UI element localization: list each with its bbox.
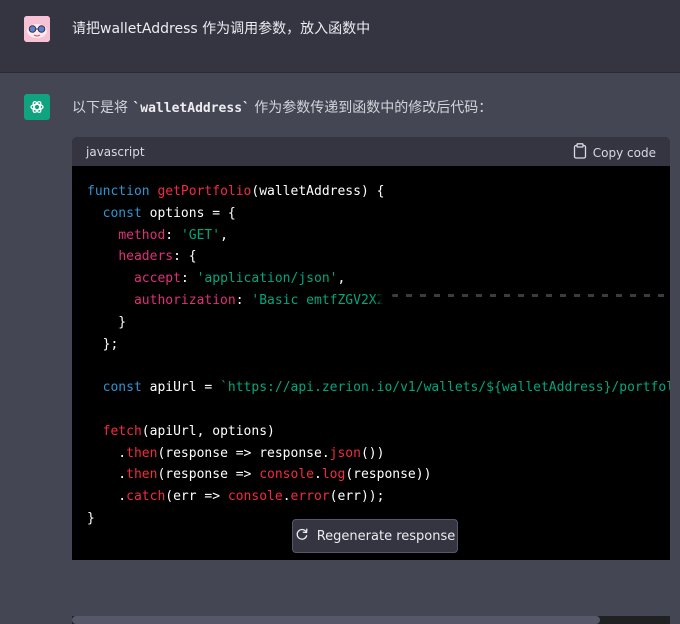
- code-token: (response)): [345, 467, 432, 483]
- code-token: : {: [173, 249, 197, 265]
- code-token: }: [87, 510, 95, 526]
- intro-text-after: 作为参数传递到函数中的修改后代码：: [249, 100, 493, 116]
- code-token: :: [235, 292, 252, 308]
- code-line: headers: {: [87, 246, 670, 268]
- code-token: (response =>: [157, 467, 260, 483]
- code-scrollbar-thumb[interactable]: [72, 616, 600, 624]
- code-token: ,: [337, 271, 346, 287]
- code-block: javascript Copy code function getPortfol…: [72, 137, 670, 560]
- code-token: log: [321, 467, 346, 483]
- copy-code-label: Copy code: [592, 145, 656, 160]
- clipboard-icon: [573, 143, 587, 162]
- code-token: then: [126, 467, 158, 483]
- code-language-label: javascript: [86, 145, 145, 159]
- code-line: .then(response => response.json()): [87, 443, 670, 465]
- code-token: ()): [360, 445, 385, 461]
- code-block-header: javascript Copy code: [72, 137, 670, 166]
- code-token: (apiUrl, options): [141, 423, 275, 439]
- code-token: error: [290, 489, 330, 505]
- code-line: };: [87, 334, 670, 356]
- code-token: accept: [133, 271, 181, 287]
- code-line: const options = {: [87, 203, 670, 225]
- code-token: `https://api.zerion.io/v1/wallets/${wall…: [220, 380, 670, 396]
- code-token: .: [282, 489, 291, 505]
- code-token: authorization: [133, 292, 236, 308]
- code-token: :: [180, 271, 197, 287]
- code-token: options = {: [141, 205, 236, 221]
- assistant-intro-text: 以下是将 `walletAddress` 作为参数传递到函数中的修改后代码：: [72, 97, 492, 117]
- code-token: headers: [118, 249, 174, 265]
- copy-code-button[interactable]: Copy code: [573, 143, 656, 162]
- code-line: function getPortfolio(walletAddress) {: [87, 181, 670, 203]
- code-token: .: [314, 467, 322, 483]
- user-avatar: [24, 16, 50, 42]
- code-token: (response => response.: [157, 445, 330, 461]
- refresh-icon: [295, 527, 309, 545]
- intro-text-before: 以下是将: [72, 100, 133, 116]
- redaction-scribble: [382, 287, 670, 309]
- redaction-texture: [392, 294, 670, 297]
- code-token: };: [87, 336, 119, 352]
- code-token: ,: [220, 227, 228, 243]
- assistant-message-row: 以下是将 `walletAddress` 作为参数传递到函数中的修改后代码： j…: [0, 73, 680, 624]
- code-token: apiUrl =: [141, 380, 221, 396]
- code-token: const: [102, 205, 142, 221]
- inline-code-wallet-address: `walletAddress`: [132, 101, 250, 116]
- code-token: console: [259, 467, 314, 483]
- user-message-row: 请把walletAddress 作为调用参数，放入函数中: [0, 0, 680, 73]
- user-message-text: 请把walletAddress 作为调用参数，放入函数中: [72, 21, 371, 37]
- code-token: json: [329, 445, 361, 461]
- code-line: const apiUrl = `https://api.zerion.io/v1…: [87, 377, 670, 399]
- code-token: fetch: [102, 423, 142, 439]
- code-token: (err));: [329, 489, 385, 505]
- code-line: .then(response => console.log(response)): [87, 464, 670, 486]
- code-token: 'application/json': [196, 271, 338, 287]
- code-token: .: [87, 445, 127, 461]
- code-token: getPortfolio: [157, 184, 252, 199]
- code-token: :: [165, 227, 181, 243]
- regenerate-response-button[interactable]: Regenerate response: [292, 519, 458, 553]
- code-body: function getPortfolio(walletAddress) { c…: [87, 181, 670, 530]
- code-token: then: [126, 445, 158, 461]
- code-token: function: [87, 184, 158, 199]
- code-line: method: 'GET',: [87, 225, 670, 247]
- code-line: fetch(apiUrl, options): [87, 421, 670, 443]
- code-token: const: [102, 380, 142, 396]
- code-token: (walletAddress) {: [251, 184, 385, 199]
- code-token: .: [87, 467, 127, 483]
- code-token: (err =>: [165, 489, 228, 505]
- code-token: method: [118, 227, 166, 243]
- code-token: console: [227, 489, 283, 505]
- openai-logo-icon: [24, 94, 50, 120]
- code-token: catch: [126, 489, 166, 505]
- code-line: }: [87, 312, 670, 334]
- code-line: .catch(err => console.error(err));: [87, 486, 670, 508]
- regenerate-response-label: Regenerate response: [316, 528, 456, 544]
- code-token: .: [87, 489, 127, 505]
- code-token: 'GET': [180, 227, 221, 243]
- code-token: }: [87, 314, 127, 330]
